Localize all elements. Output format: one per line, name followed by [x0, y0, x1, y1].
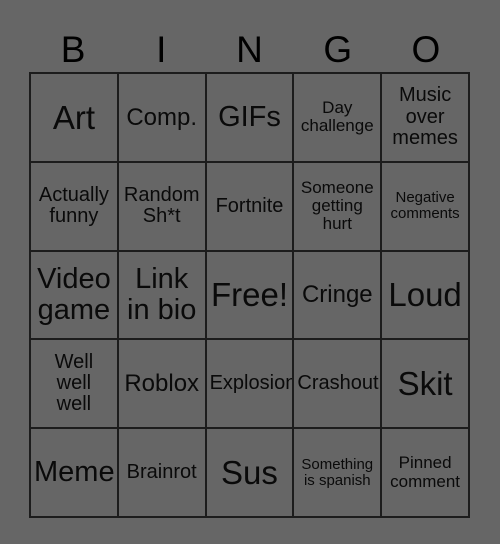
bingo-cell-r4c2[interactable]: Roblox: [118, 340, 207, 430]
bingo-cell-label: Well well well: [54, 350, 94, 416]
bingo-cell-label: Cringe: [301, 281, 373, 309]
bingo-cell-r5c3[interactable]: Sus: [206, 429, 295, 518]
bingo-cell-label: Brainrot: [126, 460, 197, 483]
bingo-header-letter-i: I: [156, 28, 167, 70]
bingo-grid: Art Comp. GIFs Day challenge Music over meme…: [29, 72, 470, 518]
bingo-cell-r2c2[interactable]: Random Sh*t: [118, 162, 207, 252]
bingo-cell-label: Roblox: [124, 369, 200, 397]
bingo-cell-r5c2[interactable]: Brainrot: [118, 429, 207, 518]
bingo-cell-r3c2[interactable]: Link in bio: [118, 251, 207, 341]
bingo-card: B I N G O Art Comp. GIFs Day challenge Music…: [0, 0, 500, 544]
bingo-cell-label: Something is spanish: [301, 455, 374, 489]
bingo-cell-label: Explosion: [209, 372, 295, 395]
bingo-cell-label: Pinned comment: [390, 453, 461, 491]
bingo-cell-label: Art: [52, 98, 95, 136]
bingo-cell-r1c3[interactable]: GIFs: [206, 74, 295, 163]
bingo-cell-r3c3[interactable]: Free!: [206, 251, 295, 341]
bingo-cell-r5c5[interactable]: Pinned comment: [382, 429, 470, 518]
bingo-cell-label: Someone getting hurt: [300, 177, 374, 234]
bingo-header-letter-g: G: [323, 28, 353, 70]
bingo-cell-label: Music over memes: [392, 84, 458, 150]
bingo-cell-r3c1[interactable]: Video game: [31, 251, 119, 341]
bingo-cell-label: Day challenge: [300, 98, 374, 136]
bingo-cell-label: Crashout: [297, 372, 379, 395]
bingo-cell-r1c4[interactable]: Day challenge: [294, 74, 383, 163]
bingo-header-letter-o: O: [411, 28, 441, 70]
bingo-cell-r2c4[interactable]: Someone getting hurt: [294, 162, 383, 252]
bingo-cell-r4c1[interactable]: Well well well: [31, 340, 119, 430]
bingo-cell-r5c1[interactable]: Meme: [31, 429, 119, 518]
bingo-cell-r2c1[interactable]: Actually funny: [31, 162, 119, 252]
bingo-cell-label: Random Sh*t: [123, 183, 200, 228]
bingo-cell-r4c4[interactable]: Crashout: [294, 340, 383, 430]
bingo-cell-label: Link in bio: [127, 262, 197, 326]
bingo-header-letter-b: B: [60, 28, 86, 70]
bingo-cell-r1c2[interactable]: Comp.: [118, 74, 207, 163]
bingo-cell-r3c4[interactable]: Cringe: [294, 251, 383, 341]
bingo-cell-label: Negative comments: [390, 189, 460, 223]
bingo-cell-r3c5[interactable]: Loud: [382, 251, 470, 341]
bingo-cell-label: Video game: [37, 262, 111, 326]
bingo-cell-label: Free!: [210, 276, 288, 314]
bingo-cell-label: Meme: [34, 456, 115, 489]
bingo-cell-r2c3[interactable]: Fortnite: [206, 162, 295, 252]
bingo-cell-label: Fortnite: [215, 194, 284, 217]
bingo-cell-label: Sus: [221, 453, 278, 491]
bingo-cell-label: Actually funny: [38, 183, 109, 228]
bingo-header: B I N G O: [29, 26, 470, 72]
bingo-cell-r2c5[interactable]: Negative comments: [382, 162, 470, 252]
bingo-cell-label: GIFs: [218, 100, 281, 133]
bingo-cell-r4c3[interactable]: Explosion: [206, 340, 295, 430]
bingo-cell-label: Comp.: [126, 103, 198, 131]
bingo-cell-label: Loud: [388, 276, 462, 314]
bingo-cell-r4c5[interactable]: Skit: [382, 340, 470, 430]
bingo-cell-r1c5[interactable]: Music over memes: [382, 74, 470, 163]
bingo-cell-r1c1[interactable]: Art: [31, 74, 119, 163]
bingo-cell-r5c4[interactable]: Something is spanish: [294, 429, 383, 518]
bingo-cell-label: Skit: [397, 365, 453, 403]
bingo-header-letter-n: N: [236, 28, 263, 70]
